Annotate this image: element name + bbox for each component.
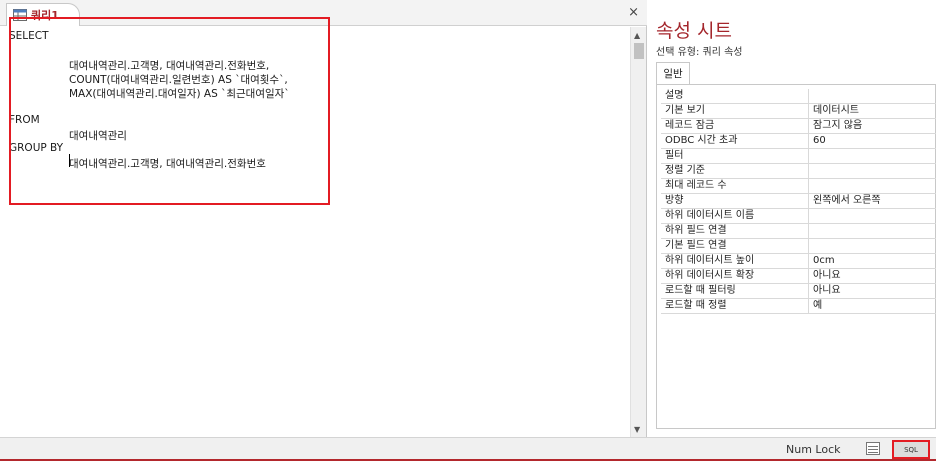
- property-value[interactable]: 아니요: [809, 284, 841, 298]
- property-row[interactable]: 하위 데이터시트 확장 아니요: [661, 269, 936, 284]
- property-value[interactable]: [809, 209, 813, 223]
- scroll-thumb[interactable]: [634, 43, 644, 59]
- property-value[interactable]: 60: [809, 134, 826, 148]
- property-row[interactable]: 하위 데이터시트 높이 0cm: [661, 254, 936, 269]
- vertical-scrollbar[interactable]: ▲ ▼: [630, 27, 646, 437]
- property-name: 설명: [661, 89, 809, 103]
- property-name: 하위 데이터시트 이름: [661, 209, 809, 223]
- property-row[interactable]: 로드할 때 정렬 예: [661, 299, 936, 314]
- property-row[interactable]: 정렬 기준: [661, 164, 936, 179]
- sql-groupby-line-1: 대여내역관리.고객명, 대여내역관리.전화번호: [69, 158, 266, 170]
- datasheet-view-icon[interactable]: [866, 442, 880, 455]
- property-value[interactable]: [809, 164, 813, 178]
- query-table-icon: [13, 9, 27, 21]
- property-row[interactable]: 하위 데이터시트 이름: [661, 209, 936, 224]
- sql-select-line-1: 대여내역관리.고객명, 대여내역관리.전화번호,: [69, 60, 270, 72]
- property-value[interactable]: 데이터시트: [809, 104, 859, 118]
- text-caret: [69, 154, 70, 167]
- property-name: 하위 데이터시트 높이: [661, 254, 809, 268]
- property-row[interactable]: ODBC 시간 초과 60: [661, 134, 936, 149]
- property-name: 최대 레코드 수: [661, 179, 809, 193]
- property-name: 기본 보기: [661, 104, 809, 118]
- numlock-indicator: Num Lock: [786, 443, 841, 456]
- property-sheet-title: 속성 시트: [656, 20, 732, 42]
- property-row[interactable]: 기본 보기 데이터시트: [661, 104, 936, 119]
- sql-from-keyword: FROM: [9, 114, 40, 126]
- property-name: 하위 필드 연결: [661, 224, 809, 238]
- query-pane: 쿼리1 × SELECT 대여내역관리.고객명, 대여내역관리.전화번호, CO…: [0, 0, 647, 437]
- property-name: ODBC 시간 초과: [661, 134, 809, 148]
- sql-select-keyword: SELECT: [9, 30, 49, 42]
- property-name: 방향: [661, 194, 809, 208]
- sql-editor[interactable]: SELECT 대여내역관리.고객명, 대여내역관리.전화번호, COUNT(대여…: [0, 27, 630, 437]
- scroll-down-icon[interactable]: ▼: [634, 425, 640, 434]
- property-row[interactable]: 필터: [661, 149, 936, 164]
- property-value[interactable]: [809, 149, 813, 163]
- property-value[interactable]: [809, 89, 813, 103]
- property-row[interactable]: 방향 왼쪽에서 오른쪽: [661, 194, 936, 209]
- sql-view-button[interactable]: SQL: [892, 440, 930, 459]
- tab-general[interactable]: 일반: [656, 62, 690, 84]
- selection-type-label: 선택 유형: 쿼리 속성: [656, 47, 743, 58]
- property-name: 기본 필드 연결: [661, 239, 809, 253]
- property-value[interactable]: 예: [809, 299, 822, 313]
- property-name: 정렬 기준: [661, 164, 809, 178]
- sql-select-line-2: COUNT(대여내역관리.일련번호) AS `대여횟수`,: [69, 74, 288, 86]
- property-value[interactable]: [809, 179, 813, 193]
- property-row[interactable]: 로드할 때 필터링 아니요: [661, 284, 936, 299]
- status-bar: Num Lock SQL: [0, 437, 936, 461]
- property-row[interactable]: 하위 필드 연결: [661, 224, 936, 239]
- property-value[interactable]: 잠그지 않음: [809, 119, 862, 133]
- close-icon[interactable]: ×: [628, 5, 639, 20]
- property-name: 필터: [661, 149, 809, 163]
- property-name: 로드할 때 정렬: [661, 299, 809, 313]
- tab-query1[interactable]: 쿼리1: [6, 3, 80, 26]
- property-name: 레코드 잠금: [661, 119, 809, 133]
- property-row[interactable]: 레코드 잠금 잠그지 않음: [661, 119, 936, 134]
- scroll-up-icon[interactable]: ▲: [634, 31, 640, 40]
- property-name: 로드할 때 필터링: [661, 284, 809, 298]
- tab-query1-label: 쿼리1: [31, 9, 59, 22]
- property-value[interactable]: 왼쪽에서 오른쪽: [809, 194, 881, 208]
- sql-from-line-1: 대여내역관리: [69, 130, 127, 142]
- property-row[interactable]: 최대 레코드 수: [661, 179, 936, 194]
- property-row[interactable]: 설명: [661, 89, 936, 104]
- property-sheet: 속성 시트 선택 유형: 쿼리 속성 일반 설명 기본 보기 데이터시트 레코드 …: [648, 0, 936, 437]
- property-name: 하위 데이터시트 확장: [661, 269, 809, 283]
- sql-groupby-keyword: GROUP BY: [9, 142, 64, 154]
- property-value[interactable]: [809, 224, 813, 238]
- property-grid: 설명 기본 보기 데이터시트 레코드 잠금 잠그지 않음 ODBC 시간 초과 60 …: [656, 84, 936, 429]
- sql-select-line-3: MAX(대여내역관리.대여일자) AS `최근대여일자`: [69, 88, 290, 100]
- property-value[interactable]: 아니요: [809, 269, 841, 283]
- property-value[interactable]: [809, 239, 813, 253]
- document-tabbar: 쿼리1 ×: [0, 0, 647, 26]
- property-value[interactable]: 0cm: [809, 254, 835, 268]
- property-row[interactable]: 기본 필드 연결: [661, 239, 936, 254]
